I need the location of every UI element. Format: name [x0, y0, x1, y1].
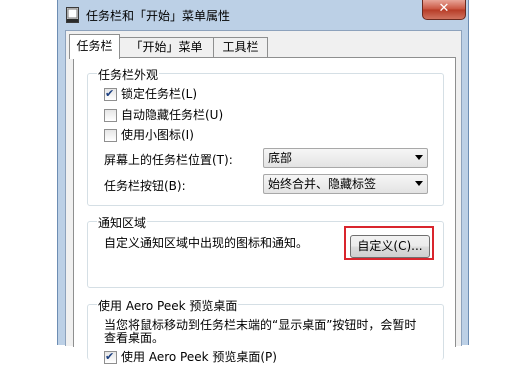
highlight-box	[344, 226, 434, 260]
close-button[interactable]: ✕	[422, 0, 466, 20]
appearance-group: 任务栏外观 ✔ 锁定任务栏(L) 自动隐藏任务栏(U) 使用小图标(I) 屏幕上…	[87, 66, 444, 206]
aero-peek-description-line2: 查看桌面。	[104, 331, 165, 345]
tab-panel: 任务栏外观 ✔ 锁定任务栏(L) 自动隐藏任务栏(U) 使用小图标(I) 屏幕上…	[73, 57, 456, 364]
checkbox-box[interactable]	[104, 109, 117, 122]
taskbar-position-label: 屏幕上的任务栏位置(T):	[104, 153, 233, 167]
taskbar-buttons-label: 任务栏按钮(B):	[104, 179, 186, 193]
taskbar-position-value: 底部	[268, 151, 293, 165]
aero-peek-legend: 使用 Aero Peek 预览桌面	[97, 297, 239, 314]
appearance-legend: 任务栏外观	[97, 66, 160, 83]
chevron-down-icon	[415, 181, 423, 186]
checkbox-box[interactable]: ✔	[104, 87, 117, 101]
checkbox-box[interactable]	[104, 129, 117, 142]
close-icon: ✕	[438, 1, 450, 16]
title-bar[interactable]: 任务栏和「开始」菜单属性 ✕	[58, 0, 468, 30]
checkmark-icon: ✔	[105, 87, 115, 100]
tab-toolbars[interactable]: 工具栏	[213, 37, 268, 57]
notification-legend: 通知区域	[97, 214, 148, 231]
taskbar-buttons-select[interactable]: 始终合并、隐藏标签	[263, 174, 428, 194]
checkmark-icon: ✔	[105, 350, 115, 363]
taskbar-position-select[interactable]: 底部	[263, 148, 428, 168]
checkbox-box[interactable]: ✔	[104, 350, 117, 364]
notification-description: 自定义通知区域中出现的图标和通知。	[104, 236, 309, 250]
lock-taskbar-label: 锁定任务栏(L)	[121, 87, 198, 101]
taskbar-properties-icon	[66, 7, 79, 23]
dialog-client: 任务栏 「开始」菜单 工具栏 任务栏外观 ✔ 锁定任务栏(L) 自动隐藏任务栏(…	[65, 30, 462, 364]
aero-peek-checkbox-label: 使用 Aero Peek 预览桌面(P)	[121, 350, 277, 364]
properties-window: 任务栏和「开始」菜单属性 ✕ 任务栏 「开始」菜单 工具栏 任务栏外观 ✔ 锁定…	[57, 0, 469, 364]
chevron-down-icon	[415, 155, 423, 160]
window-title: 任务栏和「开始」菜单属性	[86, 9, 231, 23]
tab-taskbar[interactable]: 任务栏	[69, 34, 120, 59]
aero-peek-group: 使用 Aero Peek 预览桌面 当您将鼠标移动到任务栏末端的“显示桌面”按钮…	[87, 297, 444, 364]
taskbar-buttons-value: 始终合并、隐藏标签	[268, 177, 377, 191]
tab-start-menu[interactable]: 「开始」菜单	[118, 37, 215, 57]
auto-hide-label: 自动隐藏任务栏(U)	[121, 108, 224, 122]
small-icons-label: 使用小图标(I)	[121, 128, 194, 142]
